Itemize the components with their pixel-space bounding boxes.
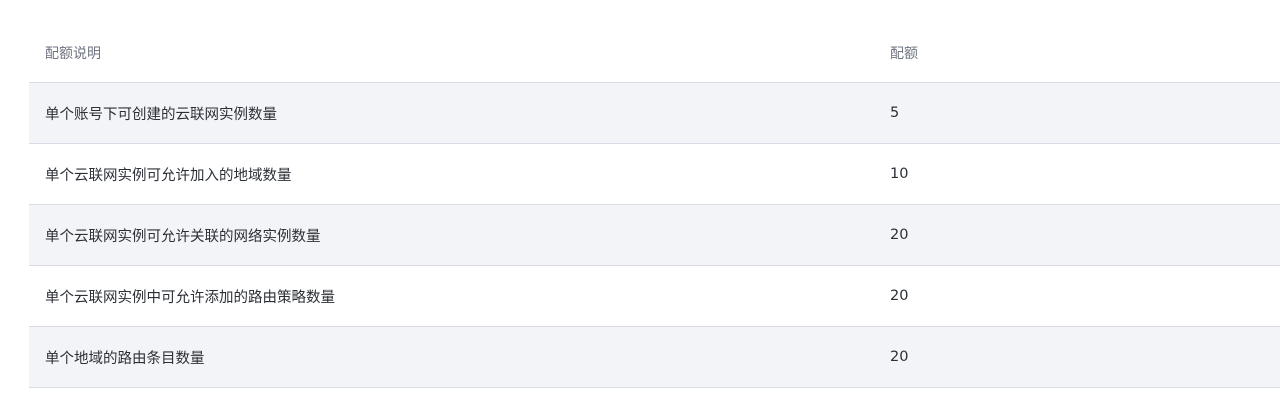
- row-description: 单个云联网实例可允许加入的地域数量: [29, 143, 874, 205]
- table-row: 单个云联网实例中可允许添加的路由策略数量 20: [29, 265, 1280, 327]
- row-quota-value: 5: [874, 82, 1280, 144]
- row-quota-value: 20: [874, 204, 1280, 266]
- table-row: 单个云联网实例可允许加入的地域数量 10: [29, 143, 1280, 205]
- table-row: 单个地域的路由条目数量 20: [29, 326, 1280, 388]
- row-quota-value: 10: [874, 143, 1280, 205]
- table-row: 单个账号下可创建的云联网实例数量 5: [29, 82, 1280, 144]
- row-description: 单个云联网实例可允许关联的网络实例数量: [29, 204, 874, 266]
- row-description: 单个云联网实例中可允许添加的路由策略数量: [29, 265, 874, 327]
- row-quota-value: 20: [874, 265, 1280, 327]
- column-header-quota: 配额: [874, 24, 1280, 83]
- row-description: 单个账号下可创建的云联网实例数量: [29, 82, 874, 144]
- table-body: 单个账号下可创建的云联网实例数量 5 单个云联网实例可允许加入的地域数量 10 …: [29, 82, 1280, 388]
- table-header-row: 配额说明 配额: [29, 24, 1280, 83]
- table-header: 配额说明 配额: [29, 24, 1280, 83]
- row-description: 单个地域的路由条目数量: [29, 326, 874, 388]
- quota-table: 配额说明 配额 单个账号下可创建的云联网实例数量 5 单个云联网实例可允许加入的…: [29, 24, 1280, 388]
- quota-table-container: 配额说明 配额 单个账号下可创建的云联网实例数量 5 单个云联网实例可允许加入的…: [29, 24, 1280, 388]
- column-header-description: 配额说明: [29, 24, 874, 83]
- table-row: 单个云联网实例可允许关联的网络实例数量 20: [29, 204, 1280, 266]
- row-quota-value: 20: [874, 326, 1280, 388]
